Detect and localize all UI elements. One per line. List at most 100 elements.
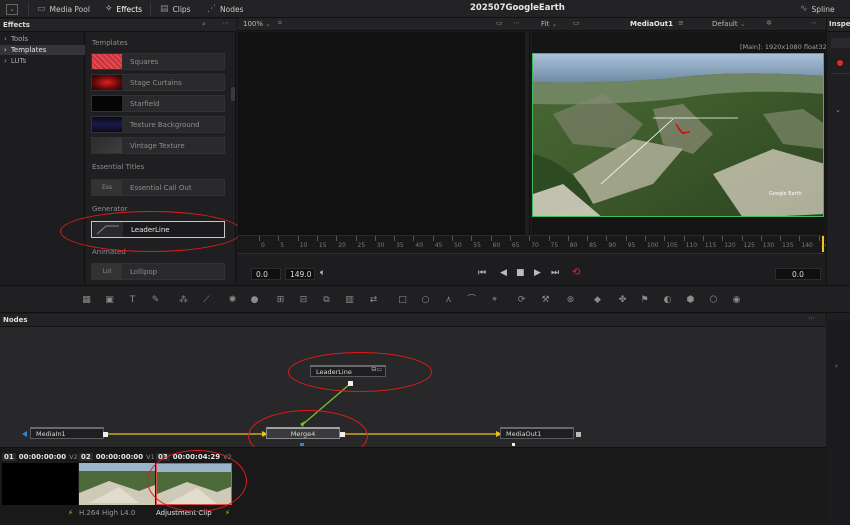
text-tool-icon[interactable]: T — [126, 294, 139, 306]
effect-item-essential-call-out[interactable]: Ess Essential Call Out — [91, 179, 225, 196]
paint-tool-icon[interactable]: ✎ — [149, 294, 162, 306]
clips-button[interactable]: ▤ Clips — [160, 2, 191, 16]
tree-item-luts[interactable]: › LUTs — [0, 56, 85, 66]
bspline-mask-icon[interactable]: ⌒ — [465, 294, 478, 306]
play-icon[interactable]: ▶︎ — [534, 268, 541, 278]
effect-item-lollipop[interactable]: Lol Lollipop — [91, 263, 225, 280]
warp-tool-icon[interactable]: ⚒ — [539, 294, 552, 306]
playhead-end-marker[interactable] — [822, 236, 824, 252]
viewer-options-icon[interactable]: ▭ — [573, 19, 580, 27]
effect-item-starfield[interactable]: Starfield — [91, 95, 225, 112]
color-corrector-tool-icon[interactable]: ✺ — [226, 294, 239, 306]
node-editor[interactable]: LeaderLine ⊟▭ Merge4 MediaIn1 MediaOut1 — [0, 327, 826, 447]
ruler-tick — [316, 236, 318, 241]
camera-tracker-icon[interactable]: ⊛ — [564, 294, 577, 306]
stop-icon[interactable]: ■ — [516, 268, 525, 278]
node-mediain1[interactable]: MediaIn1 — [30, 427, 104, 439]
ruler-tick — [278, 236, 280, 241]
viewer-layout-icon[interactable]: ▭ — [496, 19, 503, 27]
polygon-mask-icon[interactable]: ⋏ — [442, 294, 455, 306]
rectangle-mask-icon[interactable]: □ — [396, 294, 409, 306]
ruler-tick — [394, 236, 396, 241]
matte-tool-icon[interactable]: ⧉ — [320, 294, 333, 306]
switch-tool-icon[interactable]: ⇄ — [367, 294, 380, 306]
keyer-tool-icon[interactable]: ▥ — [343, 294, 356, 306]
ellipse-mask-icon[interactable]: ○ — [419, 294, 432, 306]
transform-tool-icon[interactable]: ⟳ — [515, 294, 528, 306]
menu-icon[interactable]: ≡ — [678, 19, 684, 27]
drop-tool-icon[interactable]: ● — [248, 294, 261, 306]
ruler-tick — [297, 236, 299, 241]
loader-tool-icon[interactable]: ▣ — [103, 294, 116, 306]
ruler-tick-label: 70 — [531, 242, 539, 249]
channel-tool-icon[interactable]: ⊟ — [297, 294, 310, 306]
ruler-tick — [336, 236, 338, 241]
more-options-icon[interactable]: ⋯ — [513, 19, 520, 27]
timeline-clip[interactable]: 01 00:00:00:00 V2 — [2, 450, 78, 508]
output-port[interactable] — [103, 432, 108, 437]
more-options-icon[interactable]: ⋯ — [810, 19, 817, 27]
ruler-tick-label: 120 — [724, 242, 736, 249]
workspace-menu-button[interactable]: ⌄ — [6, 2, 18, 16]
go-to-end-icon[interactable]: ⏭︎ — [551, 268, 559, 278]
chevron-right-icon: › — [4, 57, 7, 65]
effect-item-stage-curtains[interactable]: Stage Curtains — [91, 74, 225, 91]
ruler-tick-label: 65 — [511, 242, 520, 249]
render-end-field[interactable]: 149.0 — [285, 268, 315, 280]
spline-button[interactable]: ∿ Spline — [800, 2, 835, 16]
annotation-ellipse — [288, 352, 432, 392]
3d-material-icon[interactable]: ◉ — [730, 294, 743, 306]
lut-dropdown[interactable]: Default ⌄ — [712, 20, 746, 28]
effect-item-vintage-texture[interactable]: Vintage Texture — [91, 137, 225, 154]
render-start-field[interactable]: 0.0 — [251, 268, 281, 280]
more-options-icon[interactable]: ⋯ — [222, 19, 229, 27]
effect-thumbnail: Ess — [92, 180, 122, 195]
node-mediaout1[interactable]: MediaOut1 — [500, 427, 574, 439]
ruler-tick-label: 25 — [357, 242, 366, 249]
3d-camera-icon[interactable]: ⚑ — [638, 294, 651, 306]
merge-tool-icon[interactable]: ⊞ — [274, 294, 287, 306]
tree-item-tools[interactable]: › Tools — [0, 34, 85, 44]
ruler-tick — [452, 236, 453, 241]
settings-icon[interactable]: ✲ — [766, 19, 772, 27]
inspector-tab[interactable] — [831, 38, 850, 48]
blur-tool-icon[interactable]: ⟋ — [200, 294, 213, 306]
chevron-right-icon[interactable]: › — [835, 362, 838, 370]
3d-renderer-icon[interactable]: ⬡ — [707, 294, 720, 306]
viewer-scrollbar[interactable] — [525, 32, 529, 235]
current-time-field[interactable]: 0.0 — [775, 268, 821, 280]
3d-shape-icon[interactable]: ◆ — [591, 294, 604, 306]
effects-scrollbar[interactable] — [231, 87, 235, 101]
ruler-tick-label: 110 — [685, 242, 698, 249]
ruler-tick — [799, 236, 801, 241]
time-ruler[interactable]: 0 5 10 15 20 25 30 35 40 45 50 55 60 65 70 75 80 85 90 95 10… — [238, 235, 832, 254]
loop-icon[interactable]: ⟲ — [572, 267, 580, 278]
effect-item-texture-background[interactable]: Texture Background — [91, 116, 225, 133]
left-viewer[interactable] — [238, 32, 530, 235]
tree-item-templates[interactable]: › Templates — [0, 45, 85, 55]
timeline-clip[interactable]: 02 00:00:00:00 V1 — [79, 450, 155, 508]
audio-speaker-icon[interactable]: 🔈︎ — [320, 268, 325, 278]
output-port[interactable] — [576, 432, 581, 437]
effects-panel-title: Effects — [3, 21, 30, 29]
media-pool-button[interactable]: ▭ Media Pool — [37, 2, 90, 16]
background-tool-icon[interactable]: ▦ — [80, 294, 93, 306]
chevron-down-icon[interactable]: ⌄ — [835, 106, 841, 114]
grid-icon[interactable]: ⌗ — [278, 19, 282, 28]
fit-dropdown[interactable]: Fit ⌄ — [541, 20, 557, 28]
ruler-tick — [413, 236, 415, 241]
3d-text-icon[interactable]: ⬢ — [684, 294, 697, 306]
nodes-button[interactable]: ⋰ Nodes — [207, 2, 243, 16]
more-options-icon[interactable]: ⋯ — [808, 314, 815, 322]
clip-thumbnail — [2, 463, 78, 505]
go-to-start-icon[interactable]: ⏮︎ — [478, 268, 486, 278]
search-icon[interactable]: ⌕ — [202, 20, 206, 29]
effects-button[interactable]: ✧ Effects — [105, 2, 142, 16]
3d-merge-icon[interactable]: ✤ — [616, 294, 629, 306]
zoom-dropdown[interactable]: 100% ⌄ — [243, 20, 271, 28]
play-reverse-icon[interactable]: ◀︎ — [500, 268, 507, 278]
tracker-tool-icon[interactable]: ⌖ — [488, 294, 501, 306]
3d-light-icon[interactable]: ◐ — [661, 294, 674, 306]
effect-item-squares[interactable]: Squares — [91, 53, 225, 70]
particle-tool-icon[interactable]: ⁂ — [177, 294, 190, 306]
